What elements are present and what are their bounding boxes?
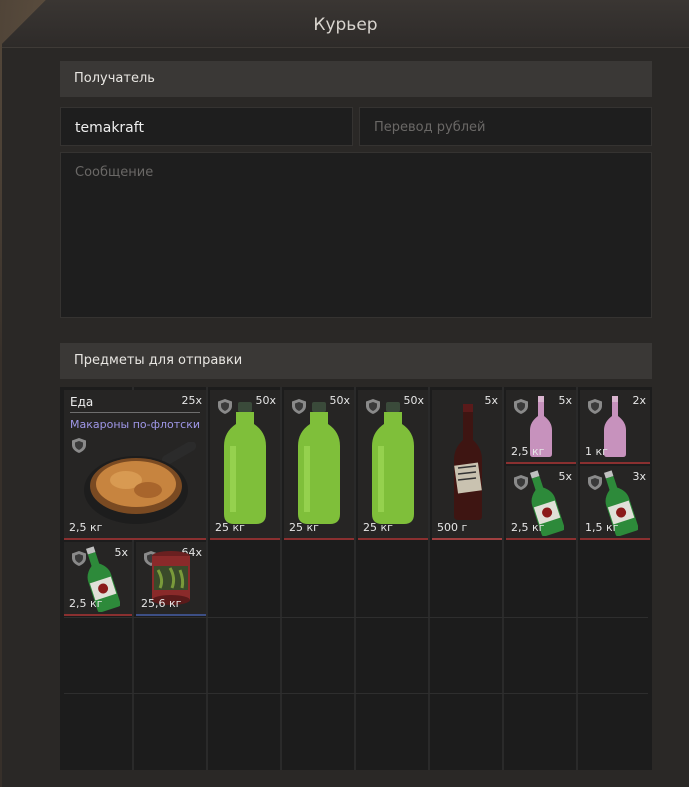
grid-line: [502, 387, 504, 770]
item-weight: 1 кг: [585, 445, 608, 458]
grid-line: [428, 387, 430, 770]
message-field[interactable]: Сообщение: [60, 152, 652, 318]
shield-icon: [588, 399, 602, 414]
item-category: Еда: [70, 395, 94, 409]
window-title: Курьер: [313, 15, 378, 35]
courier-window: Курьер Получатель temakraft Перевод рубл…: [2, 0, 689, 787]
item-weight: 1,5 кг: [585, 521, 619, 534]
item-weight: 500 г: [437, 521, 468, 534]
items-header: Предметы для отправки: [60, 343, 652, 379]
grid-line: [354, 387, 356, 770]
shield-icon: [514, 399, 528, 414]
item-weight: 25 кг: [215, 521, 245, 534]
inventory-item-green-bottle[interactable]: 50x 25 кг: [358, 390, 428, 540]
item-weight: 2,5 кг: [511, 521, 545, 534]
inventory-item-soda-bottle[interactable]: 5x 2,5 кг: [506, 466, 576, 540]
item-weight: 2,5 кг: [69, 597, 103, 610]
inventory-item-soda-bottle[interactable]: 5x 2,5 кг: [64, 542, 132, 616]
inventory-item-wine[interactable]: 5x 500 г: [432, 390, 502, 540]
inventory-item-pink-bottle[interactable]: 2x 1 кг: [580, 390, 650, 464]
inventory-item-pasta[interactable]: Еда 25x Макароны по-флотски 2,5 кг: [64, 390, 206, 540]
recipient-header: Получатель: [60, 61, 652, 97]
grid-line: [206, 387, 208, 770]
item-weight: 25 кг: [289, 521, 319, 534]
item-quantity: 25x: [181, 394, 202, 407]
inventory-item-can[interactable]: 64x 25,6 кг: [136, 542, 206, 616]
inventory-item-soda-bottle[interactable]: 3x 1,5 кг: [580, 466, 650, 540]
item-weight: 25 кг: [363, 521, 393, 534]
inventory-item-pink-bottle[interactable]: 5x 2,5 кг: [506, 390, 576, 464]
green-bottle-icon: [224, 402, 266, 524]
grid-line: [64, 693, 648, 694]
divider: [70, 412, 200, 413]
item-quantity: 2x: [632, 394, 646, 407]
inventory-item-green-bottle[interactable]: 50x 25 кг: [210, 390, 280, 540]
inventory-item-green-bottle[interactable]: 50x 25 кг: [284, 390, 354, 540]
grid-line: [576, 387, 578, 770]
item-quantity: 5x: [484, 394, 498, 407]
pasta-pan-icon: [84, 442, 197, 524]
green-bottle-icon: [298, 402, 340, 524]
grid-line: [280, 387, 282, 770]
item-weight: 25,6 кг: [141, 597, 182, 610]
grid-line: [64, 617, 648, 618]
items-grid: Еда 25x Макароны по-флотски 2,5 кг 50x 2…: [60, 387, 652, 770]
money-transfer-field[interactable]: Перевод рублей: [359, 107, 652, 146]
item-quantity: 5x: [558, 394, 572, 407]
item-weight: 2,5 кг: [511, 445, 545, 458]
title-bar: Курьер: [2, 0, 689, 48]
item-name: Макароны по-флотски: [70, 418, 201, 431]
green-bottle-icon: [372, 402, 414, 524]
wine-bottle-icon: [454, 404, 482, 520]
item-weight: 2,5 кг: [69, 521, 103, 534]
recipient-name-field[interactable]: temakraft: [60, 107, 353, 146]
